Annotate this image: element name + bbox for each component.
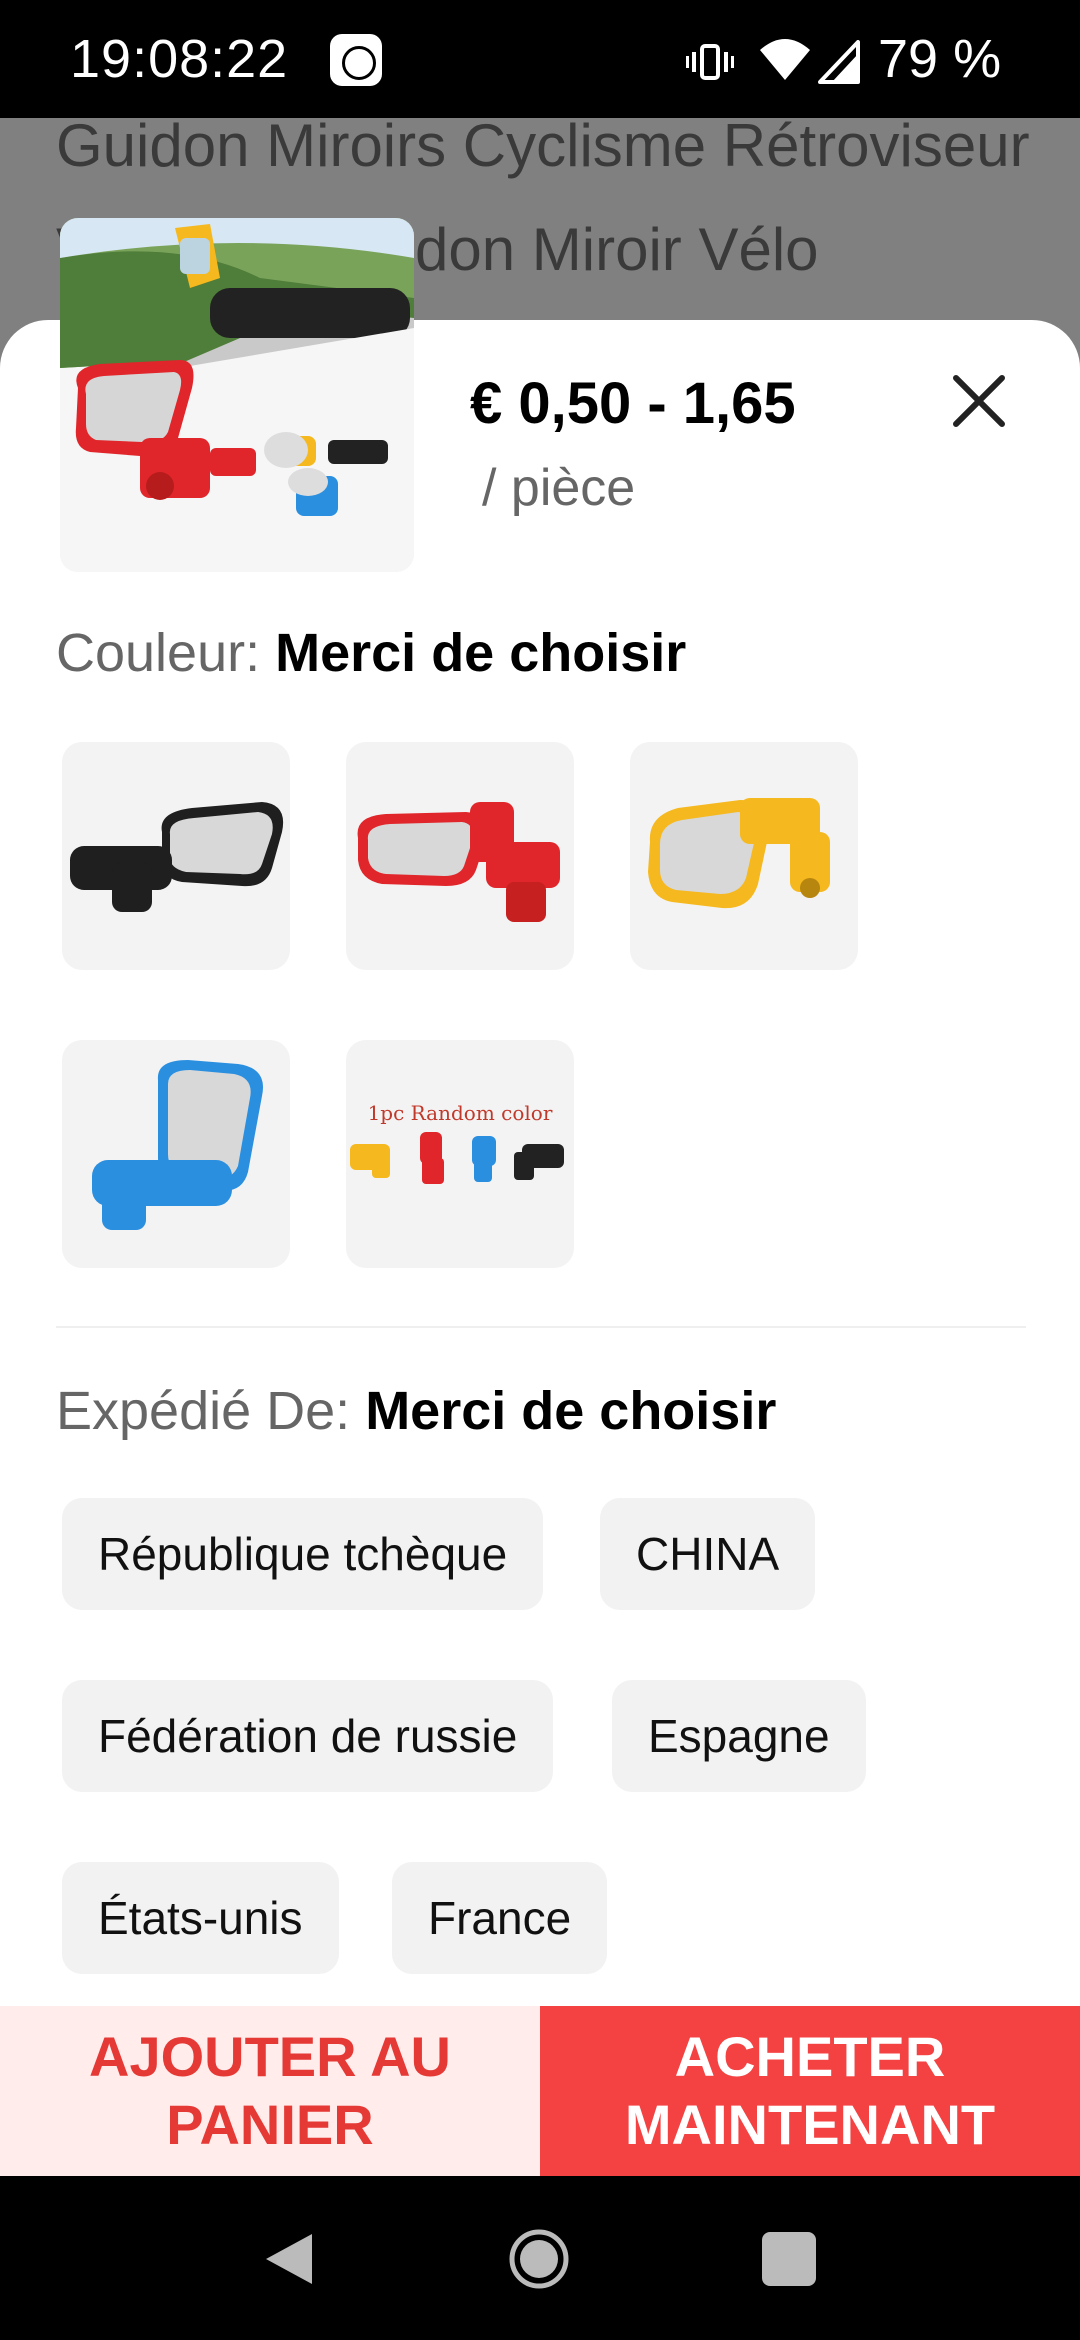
price-unit: / pièce — [482, 459, 636, 517]
buy-now-label-line2: MAINTENANT — [624, 2093, 996, 2156]
color-section-label: Couleur: Merci de choisir — [56, 622, 686, 684]
ship-from-label: Expédié De: — [56, 1381, 351, 1441]
ship-from-option-spain[interactable]: Espagne — [612, 1680, 866, 1792]
ship-from-selection-value: Merci de choisir — [365, 1381, 777, 1441]
add-to-cart-label-line2: PANIER — [166, 2093, 374, 2156]
ship-from-option-china[interactable]: CHINA — [600, 1498, 816, 1610]
color-label: Couleur: — [56, 623, 261, 683]
ship-from-section-label: Expédié De: Merci de choisir — [56, 1380, 776, 1442]
yellow-mirror-image — [648, 798, 830, 909]
product-thumbnail — [60, 218, 414, 572]
section-divider — [56, 1326, 1026, 1328]
system-navigation-bar — [0, 2176, 1080, 2340]
black-mirror-image — [70, 802, 284, 912]
ship-from-option-france[interactable]: France — [392, 1862, 608, 1974]
back-icon[interactable] — [262, 2230, 316, 2288]
red-mirror-image — [357, 802, 560, 922]
random-color-caption: 1pc Random color — [368, 1101, 553, 1125]
buy-now-label-line1: ACHETER — [674, 2025, 946, 2088]
blue-mirror-image — [92, 1060, 263, 1230]
color-option-blue[interactable] — [62, 1040, 290, 1268]
wifi-icon — [760, 39, 810, 80]
close-icon[interactable] — [948, 370, 1010, 432]
color-option-random[interactable]: 1pc Random color — [346, 1040, 574, 1268]
random-color-mirrors-image: 1pc Random color — [350, 1101, 564, 1184]
add-to-cart-button[interactable]: AJOUTER AU PANIER — [0, 2006, 540, 2176]
color-option-black[interactable] — [62, 742, 290, 970]
signal-icon — [818, 40, 860, 84]
add-to-cart-label-line1: AJOUTER AU — [89, 2025, 451, 2088]
ship-from-option-czech-republic[interactable]: République tchèque — [62, 1498, 544, 1610]
ship-from-option-russia[interactable]: Fédération de russie — [62, 1680, 554, 1792]
home-icon[interactable] — [508, 2228, 570, 2290]
color-option-red[interactable] — [346, 742, 574, 970]
vibrate-icon — [686, 44, 734, 80]
ship-from-option-usa[interactable]: États-unis — [62, 1862, 339, 1974]
color-selection-value: Merci de choisir — [275, 623, 687, 683]
recent-apps-icon[interactable] — [762, 2232, 816, 2286]
status-time: 19:08:22 — [70, 29, 289, 89]
battery-percent: 79 % — [878, 29, 1002, 89]
color-option-yellow[interactable] — [630, 742, 858, 970]
buy-now-button[interactable]: ACHETER MAINTENANT — [540, 2006, 1080, 2176]
mi-app-icon — [330, 34, 382, 86]
status-bar: 19:08:22 79 % — [0, 0, 1080, 118]
bike-mirror-product-image — [60, 218, 414, 572]
product-price: € 0,50 - 1,65 — [470, 371, 796, 436]
